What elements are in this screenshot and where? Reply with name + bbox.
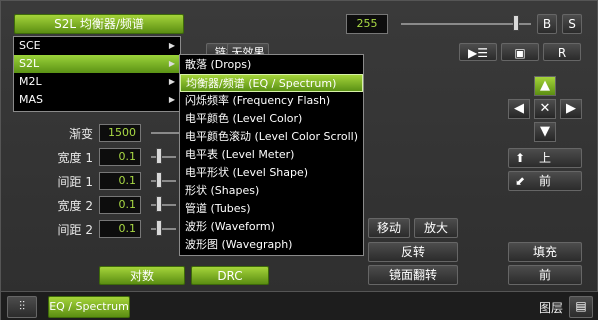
b-button[interactable]: B: [537, 14, 557, 34]
fill-button[interactable]: 填充: [508, 242, 582, 262]
submenu-item-level-meter[interactable]: 电平表 (Level Meter): [180, 146, 363, 164]
arrow-up-button[interactable]: ▲: [534, 76, 556, 96]
drc-button[interactable]: DRC: [191, 266, 269, 285]
fade-slider[interactable]: [151, 132, 181, 134]
arrow-up-small-icon: ⬆: [515, 151, 526, 165]
width2-slider[interactable]: [151, 204, 176, 206]
mirror-button[interactable]: 镜面翻转: [368, 265, 458, 285]
chevron-right-icon: ▶: [168, 59, 175, 68]
s-button[interactable]: S: [562, 14, 582, 34]
menu-item-m2l[interactable]: M2L ▶: [14, 73, 180, 91]
width1-value-field[interactable]: 0.1: [99, 148, 141, 166]
chevron-right-icon: ▶: [168, 77, 175, 86]
arrow-left-icon: ◀: [514, 101, 524, 116]
effect-type-menu: SCE ▶ S2L ▶ M2L ▶ MAS ▶: [13, 36, 181, 112]
menu-item-label: M2L: [19, 75, 42, 88]
mixer-button[interactable]: ⫶⫶: [7, 296, 37, 318]
arrow-right-button[interactable]: ▶: [560, 99, 582, 119]
fade-value-field[interactable]: 1500: [99, 124, 141, 142]
s2l-submenu: 散落 (Drops) 均衡器/频谱 (EQ / Spectrum) 闪烁频率 (…: [179, 54, 364, 256]
submenu-item-shapes[interactable]: 形状 (Shapes): [180, 182, 363, 200]
r-button[interactable]: R: [543, 43, 581, 61]
master-slider-knob[interactable]: [513, 15, 519, 31]
gap2-slider-knob[interactable]: [156, 220, 162, 236]
master-value-field[interactable]: 255: [346, 14, 388, 34]
menu-item-sce[interactable]: SCE ▶: [14, 37, 180, 55]
gap1-slider[interactable]: [151, 180, 176, 182]
sliders-icon: ⫶⫶: [18, 299, 25, 313]
gap1-value-field[interactable]: 0.1: [99, 172, 141, 190]
layers-button[interactable]: ▤: [569, 296, 593, 318]
export-button[interactable]: ▣: [501, 43, 539, 61]
front-button[interactable]: 前: [508, 265, 582, 285]
menu-item-label: SCE: [19, 39, 41, 52]
width2-slider-knob[interactable]: [156, 196, 162, 212]
zoom-button[interactable]: 放大: [414, 218, 458, 238]
direction-front-select[interactable]: ⬋ 前: [508, 171, 582, 191]
submenu-item-tubes[interactable]: 管道 (Tubes): [180, 200, 363, 218]
width1-label: 宽度 1: [57, 151, 93, 165]
gap1-slider-knob[interactable]: [156, 172, 162, 188]
center-x-button[interactable]: ✕: [534, 99, 556, 119]
chevron-right-icon: ▶: [168, 95, 175, 104]
fade-label: 渐变: [68, 127, 93, 141]
chevron-right-icon: ▶: [168, 41, 175, 50]
layers-icon: ▤: [575, 299, 587, 313]
arrow-left-button[interactable]: ◀: [508, 99, 530, 119]
bottom-bar: ⫶⫶ EQ / Spectrum 图层 ▤: [1, 291, 598, 320]
gap1-label: 间距 1: [57, 175, 93, 189]
effect-select-button[interactable]: S2L 均衡器/频谱: [14, 14, 184, 34]
submenu-item-level-color[interactable]: 电平颜色 (Level Color): [180, 110, 363, 128]
arrow-diagonal-icon: ⬋: [515, 174, 526, 188]
invert-button[interactable]: 反转: [368, 242, 458, 262]
layers-label: 图层: [539, 301, 564, 315]
submenu-item-eq-spectrum[interactable]: 均衡器/频谱 (EQ / Spectrum): [180, 74, 363, 92]
submenu-item-level-color-scroll[interactable]: 电平颜色滚动 (Level Color Scroll): [180, 128, 363, 146]
tab-eq-spectrum[interactable]: EQ / Spectrum: [48, 296, 130, 318]
submenu-item-wavegraph[interactable]: 波形图 (Wavegraph): [180, 236, 363, 254]
export-icon: ▣: [514, 46, 526, 60]
direction-up-label: 上: [538, 151, 551, 165]
submenu-item-waveform[interactable]: 波形 (Waveform): [180, 218, 363, 236]
close-icon: ✕: [539, 101, 551, 116]
menu-item-s2l[interactable]: S2L ▶: [14, 55, 180, 73]
move-button[interactable]: 移动: [368, 218, 410, 238]
log-button[interactable]: 对数: [99, 266, 185, 285]
arrow-down-button[interactable]: ▼: [534, 122, 556, 142]
gap2-slider[interactable]: [151, 228, 176, 230]
direction-up-select[interactable]: ⬆ 上: [508, 148, 582, 168]
menu-item-mas[interactable]: MAS ▶: [14, 91, 180, 109]
submenu-item-drops[interactable]: 散落 (Drops): [180, 56, 363, 74]
playlist-icon: ▶☰: [468, 46, 488, 60]
gap2-value-field[interactable]: 0.1: [99, 220, 141, 238]
arrow-down-icon: ▼: [540, 124, 550, 139]
playlist-button[interactable]: ▶☰: [459, 43, 497, 61]
arrow-right-icon: ▶: [566, 101, 576, 116]
menu-item-label: MAS: [19, 93, 43, 106]
master-slider-track[interactable]: [401, 23, 531, 25]
width2-label: 宽度 2: [57, 199, 93, 213]
arrow-up-icon: ▲: [540, 78, 550, 93]
submenu-item-level-shape[interactable]: 电平形状 (Level Shape): [180, 164, 363, 182]
direction-front-label: 前: [538, 174, 551, 188]
width2-value-field[interactable]: 0.1: [99, 196, 141, 214]
width1-slider[interactable]: [151, 156, 176, 158]
gap2-label: 间距 2: [57, 223, 93, 237]
width1-slider-knob[interactable]: [156, 148, 162, 164]
menu-item-label: S2L: [19, 57, 40, 70]
submenu-item-frequency-flash[interactable]: 闪烁频率 (Frequency Flash): [180, 92, 363, 110]
